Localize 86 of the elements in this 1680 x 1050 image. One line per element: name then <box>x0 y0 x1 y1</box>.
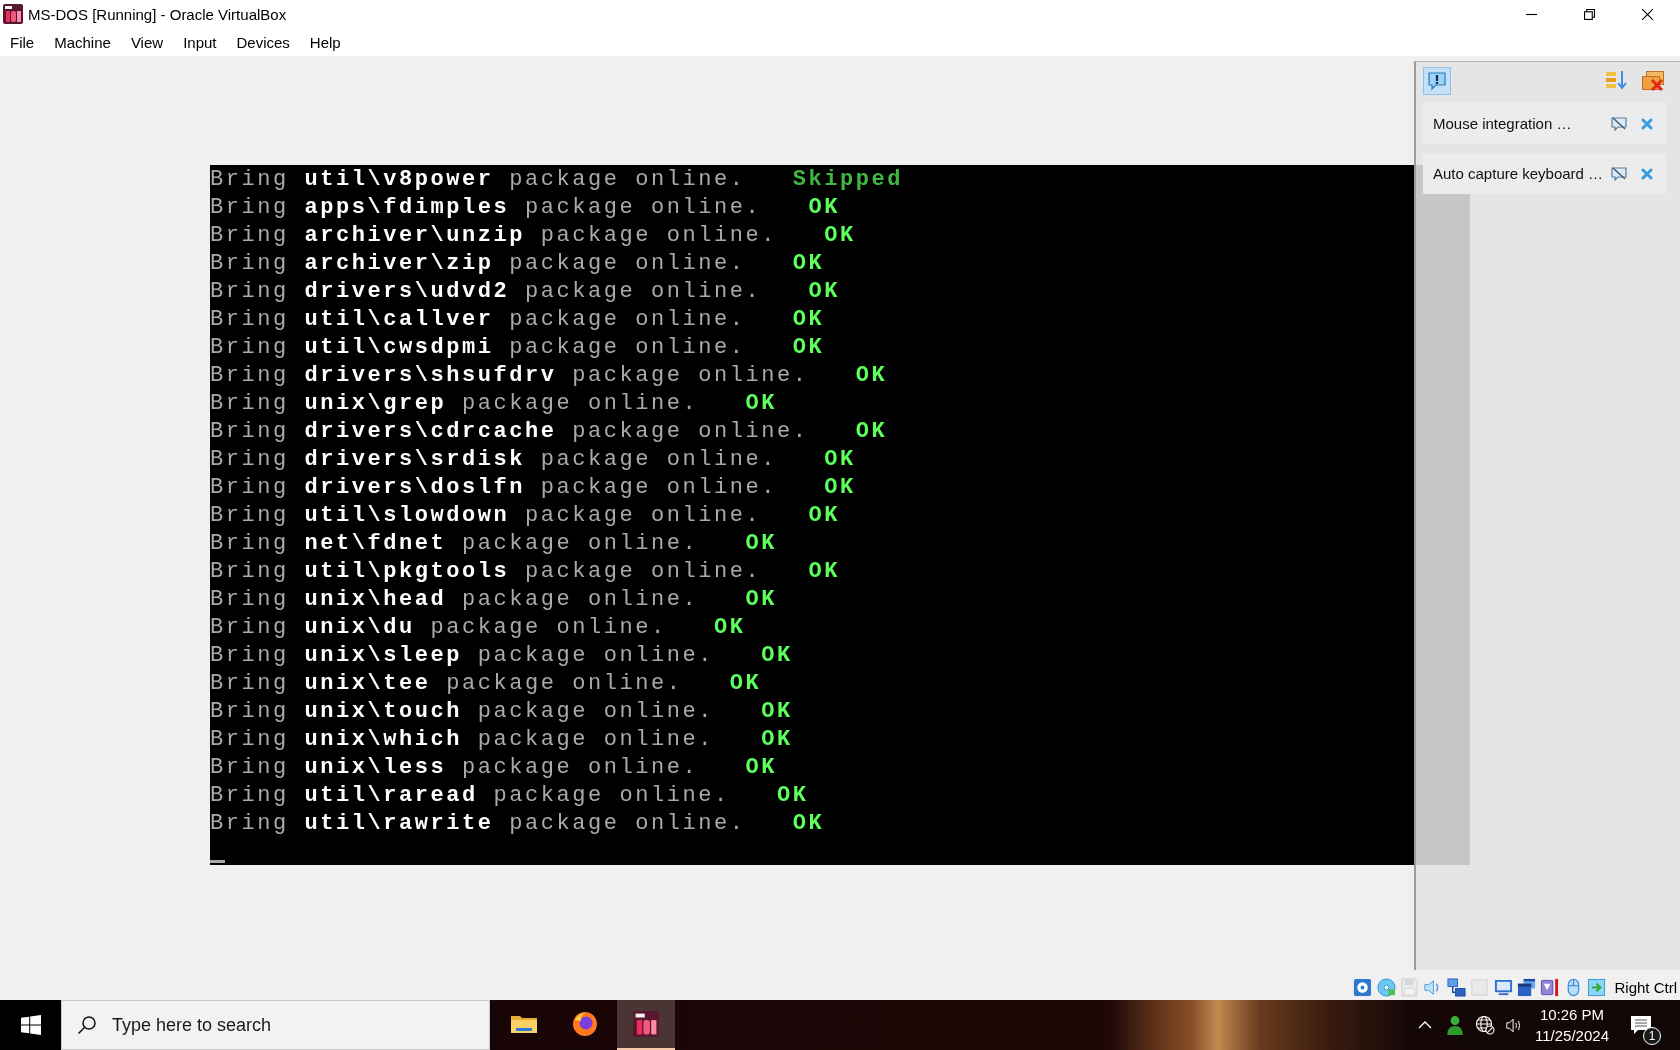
notification-badge: 1 <box>1643 1027 1661 1045</box>
console-line: Bring unix\du package online. <box>210 614 667 640</box>
status-text: OK <box>714 614 746 640</box>
console-line: Bring unix\touch package online. <box>210 698 715 724</box>
console-line: Bring util\pkgtools package online. <box>210 558 762 584</box>
status-text: OK <box>855 362 888 388</box>
clock-date[interactable]: 11/25/2024 <box>1535 1027 1609 1044</box>
browser-icon[interactable] <box>571 1011 599 1037</box>
globe-icon[interactable] <box>1475 1015 1495 1035</box>
menu-item[interactable]: Devices <box>226 30 300 54</box>
notification-text: Auto capture keyboard … <box>1433 165 1605 182</box>
person-icon[interactable] <box>1446 1015 1464 1035</box>
close-all-icon[interactable] <box>1641 70 1665 92</box>
app-logo-icon[interactable] <box>632 1011 660 1037</box>
menu-item[interactable]: View <box>120 30 174 54</box>
status-text: Skipped <box>792 166 904 192</box>
status-text: OK <box>745 530 778 556</box>
notification-text: Mouse integration … <box>1433 115 1573 132</box>
status-text: OK <box>792 306 825 332</box>
status-text: OK <box>792 250 825 276</box>
console-line: Bring unix\tee package online. <box>210 670 683 696</box>
console-line: Bring util\rawrite package online. <box>210 810 746 836</box>
console-line: Bring util\cwsdpmi package online. <box>210 334 746 360</box>
restore-icon[interactable] <box>1583 8 1595 20</box>
console-line: Bring util\slowdown package online. <box>210 502 762 528</box>
status-text: OK <box>824 474 856 500</box>
arrow-square-icon[interactable] <box>1587 978 1607 997</box>
status-text: OK <box>808 502 841 528</box>
clock-time[interactable]: 10:26 PM <box>1539 1006 1605 1023</box>
status-text: OK <box>792 334 825 360</box>
menu-item[interactable]: Help <box>299 30 351 54</box>
console-line: Bring util\raread package online. <box>210 782 730 808</box>
menu-item[interactable]: Machine <box>44 30 121 54</box>
windows-logo-icon[interactable] <box>20 1015 41 1035</box>
status-text: OK <box>824 222 856 248</box>
console-line: Bring drivers\doslfn package online. <box>210 474 778 500</box>
status-text: OK <box>729 670 762 696</box>
search-icon <box>77 1015 97 1035</box>
sort-icon[interactable] <box>1605 70 1629 92</box>
status-text: OK <box>761 726 793 752</box>
network-icon[interactable] <box>1446 978 1466 997</box>
console-line: Bring unix\which package online. <box>210 726 715 752</box>
crossed-bubble-icon[interactable] <box>1611 116 1627 131</box>
status-text: OK <box>761 642 793 668</box>
console-line: Bring util\callver package online. <box>210 306 746 332</box>
status-text: OK <box>745 754 778 780</box>
crossed-bubble-icon[interactable] <box>1611 166 1627 181</box>
close-icon[interactable] <box>1641 8 1653 20</box>
console-line: Bring drivers\udvd2 package online. <box>210 278 762 304</box>
app-logo-icon <box>3 4 23 24</box>
host-key-label: Right Ctrl <box>1614 979 1677 996</box>
disc-icon[interactable] <box>1376 978 1396 997</box>
console-line: Bring apps\fdimples package online. <box>210 194 762 220</box>
status-text: OK <box>855 418 888 444</box>
status-text: OK <box>761 698 793 724</box>
console-line: Bring drivers\cdrcache package online. <box>210 418 809 444</box>
console-line: Bring util\v8power package online. <box>210 166 746 192</box>
console-line: Bring archiver\zip package online. <box>210 250 746 276</box>
status-text: OK <box>745 390 778 416</box>
status-text: OK <box>808 194 841 220</box>
speaker-icon[interactable] <box>1505 1016 1523 1034</box>
start-button[interactable] <box>0 1000 61 1050</box>
console-line: Bring drivers\srdisk package online. <box>210 446 778 472</box>
console-line: Bring unix\head package online. <box>210 586 699 612</box>
status-text: OK <box>808 278 841 304</box>
console-line: Bring drivers\shsufdrv package online. <box>210 362 809 388</box>
cursor-icon <box>210 860 225 863</box>
console-line: Bring unix\less package online. <box>210 754 699 780</box>
status-text: OK <box>777 782 809 808</box>
console-line: Bring archiver\unzip package online. <box>210 222 778 248</box>
menu-item[interactable]: Input <box>173 30 227 54</box>
menu-item[interactable]: File <box>0 30 45 54</box>
triangle-tile-icon[interactable] <box>1540 978 1560 997</box>
status-text: OK <box>824 446 856 472</box>
console-line: Bring unix\sleep package online. <box>210 642 715 668</box>
status-text: OK <box>792 810 825 836</box>
taskbar-app-button[interactable] <box>617 1000 675 1050</box>
monitor-icon[interactable] <box>1493 978 1513 997</box>
status-text: OK <box>745 586 778 612</box>
window-title: MS-DOS [Running] - Oracle VirtualBox <box>28 5 287 23</box>
chevron-up-icon[interactable] <box>1418 1020 1432 1030</box>
console-line: Bring unix\grep package online. <box>210 390 699 416</box>
status-text: OK <box>808 558 841 584</box>
windows-stack-icon[interactable] <box>1516 978 1536 997</box>
console-line: Bring net\fdnet package online. <box>210 530 699 556</box>
search-field[interactable]: Type here to search <box>61 1000 490 1050</box>
